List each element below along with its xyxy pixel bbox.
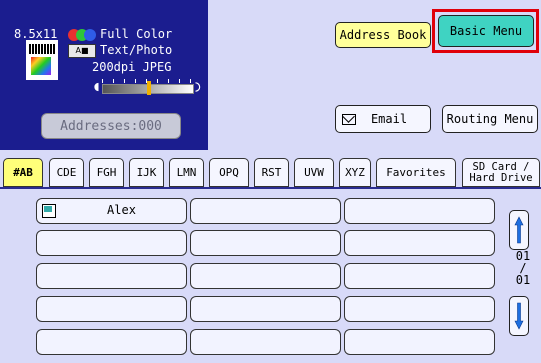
scroll-down-button[interactable]: [509, 296, 529, 336]
address-slot[interactable]: [190, 198, 341, 224]
down-arrow-icon: [514, 302, 524, 330]
address-slot[interactable]: [190, 329, 341, 355]
routing-menu-button[interactable]: Routing Menu: [442, 105, 538, 133]
tab-favorites[interactable]: Favorites: [376, 158, 456, 187]
address-slot[interactable]: [36, 263, 187, 289]
resolution-label: 200dpi JPEG: [92, 60, 172, 74]
color-mode-label: Full Color: [100, 27, 173, 41]
quality-label: Text/Photo: [100, 43, 173, 57]
tab-rst[interactable]: RST: [254, 158, 289, 187]
tab-uvw[interactable]: UVW: [294, 158, 334, 187]
basic-menu-button[interactable]: Basic Menu: [438, 15, 534, 47]
scroll-up-button[interactable]: [509, 210, 529, 250]
envelope-icon: [342, 114, 356, 125]
address-slot[interactable]: [344, 329, 495, 355]
density-indicator: [92, 79, 202, 96]
tab-lmn[interactable]: LMN: [169, 158, 204, 187]
page-indicator: 01 / 01: [505, 250, 541, 286]
density-dark-icon: [195, 82, 201, 92]
tab-fgh[interactable]: FGH: [89, 158, 124, 187]
address-slot[interactable]: [190, 230, 341, 256]
addresses-button[interactable]: Addresses:000: [41, 113, 181, 139]
tab-opq[interactable]: OPQ: [209, 158, 249, 187]
original-document-icon: [26, 40, 58, 80]
index-tabs: #AB CDE FGH IJK LMN OPQ RST UVW XYZ Favo…: [0, 158, 541, 188]
address-slot[interactable]: [36, 230, 187, 256]
address-book-button[interactable]: Address Book: [335, 22, 431, 48]
page-total: 01: [515, 273, 531, 287]
email-button[interactable]: Email: [335, 105, 431, 133]
tab-xyz[interactable]: XYZ: [339, 158, 371, 187]
address-slot[interactable]: [344, 263, 495, 289]
up-arrow-icon: [514, 216, 524, 244]
address-slot[interactable]: [344, 198, 495, 224]
tab-sd-card-hard-drive[interactable]: SD Card / Hard Drive: [462, 158, 540, 187]
address-slot[interactable]: [344, 230, 495, 256]
density-marker: [147, 81, 151, 95]
address-entry-label: Alex: [107, 203, 136, 217]
color-mode-icon: [68, 29, 96, 41]
email-button-label: Email: [370, 112, 408, 126]
status-panel: 8.5x11 Full Color A■ Text/Photo 200dpi J…: [0, 0, 208, 150]
text-photo-icon: A■: [68, 44, 96, 58]
address-slot[interactable]: [190, 296, 341, 322]
tab-cde[interactable]: CDE: [49, 158, 84, 187]
address-slot[interactable]: [190, 263, 341, 289]
tab-divider: [0, 187, 541, 189]
density-light-icon: [94, 82, 99, 92]
address-entry[interactable]: Alex: [36, 198, 187, 224]
tab-ab[interactable]: #AB: [3, 158, 43, 187]
paper-size-label: 8.5x11: [14, 27, 58, 41]
address-slot[interactable]: [36, 329, 187, 355]
address-slot[interactable]: [36, 296, 187, 322]
tab-ijk[interactable]: IJK: [129, 158, 164, 187]
address-slot[interactable]: [344, 296, 495, 322]
